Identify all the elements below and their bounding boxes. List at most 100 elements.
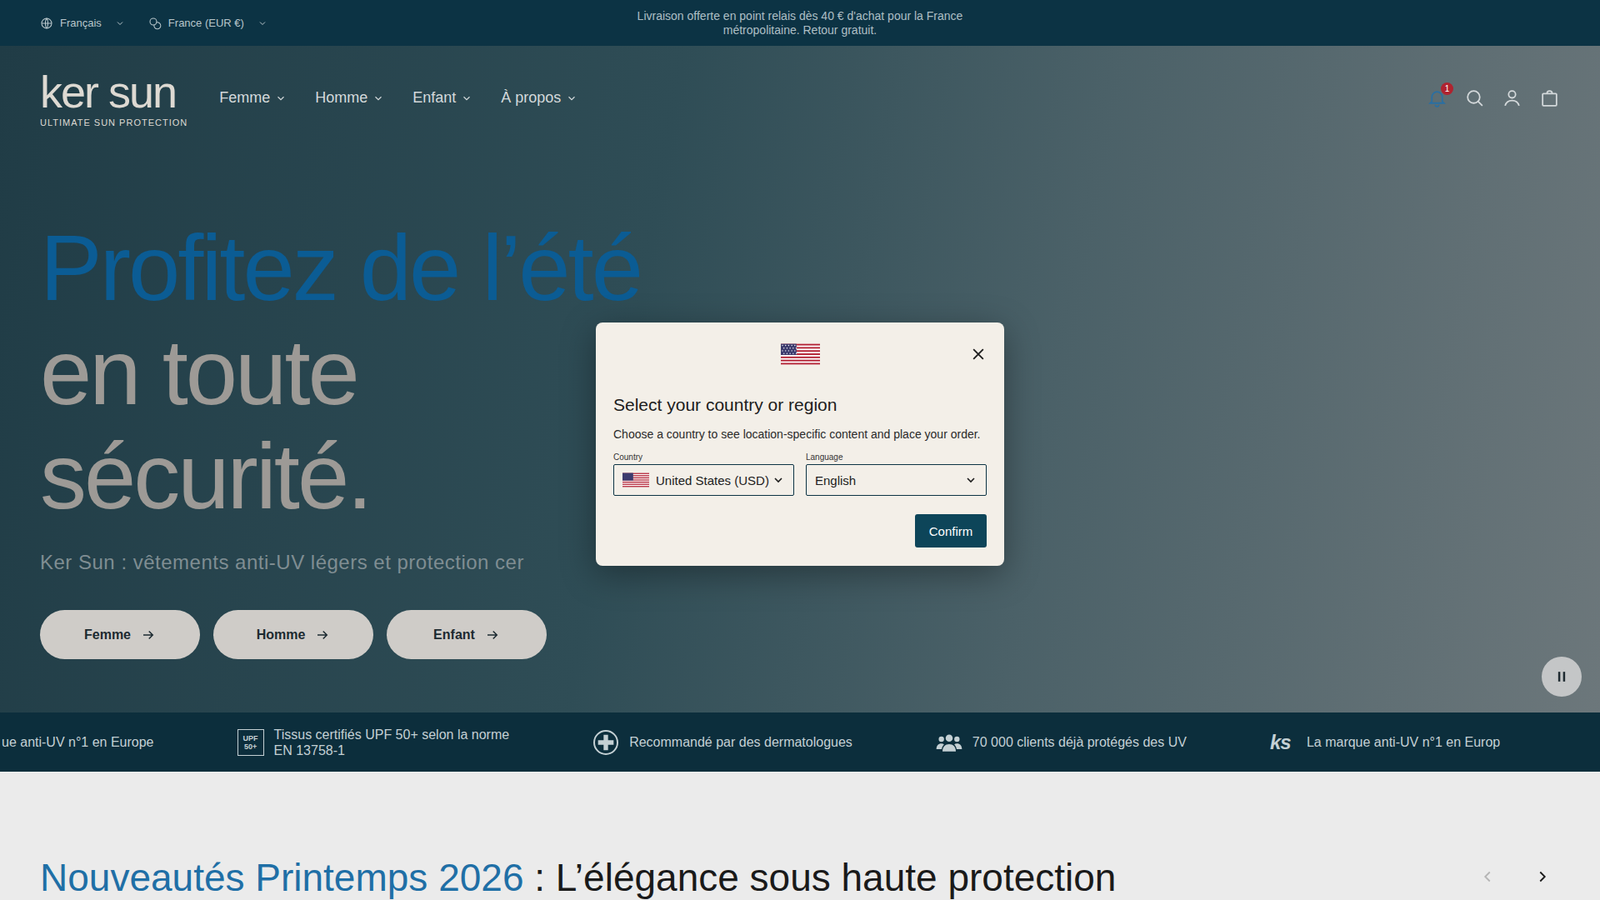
currency-value: France (EUR €) xyxy=(168,16,245,30)
category-button-label: Homme xyxy=(256,627,306,643)
logo-wordmark: ker sun xyxy=(40,69,188,115)
country-value: United States (USD) xyxy=(655,473,765,488)
trust-text: Recommandé par des dermatologues xyxy=(629,734,853,750)
main-nav: Femme Homme Enfant À propos xyxy=(219,89,578,107)
pause-icon xyxy=(1553,668,1570,685)
modal-description: Choose a country to see location-specifi… xyxy=(613,427,987,441)
country-label: Country xyxy=(613,452,795,463)
search-icon[interactable] xyxy=(1464,87,1485,109)
carousel-arrows xyxy=(1478,854,1560,886)
chevron-down-icon xyxy=(771,473,785,487)
trust-text-line: 70 000 clients déjà protégés des UV xyxy=(972,734,1187,750)
logo[interactable]: ker sun ULTIMATE SUN PROTECTION xyxy=(40,69,188,128)
section-title-accent: Nouveautés Printemps 2026 xyxy=(40,855,524,900)
chevron-down-icon xyxy=(964,473,978,487)
language-field: LanguageEnglish xyxy=(805,452,987,496)
announcement-line: métropolitaine. Retour gratuit. xyxy=(390,23,1210,38)
notification-badge: 1 xyxy=(1440,82,1454,95)
currency-selector[interactable]: France (EUR €) xyxy=(148,16,268,30)
chevron-down-icon xyxy=(565,92,578,105)
upf-icon: UPF50+ xyxy=(237,729,265,756)
language-value: Français xyxy=(60,16,102,30)
modal-title: Select your country or region xyxy=(613,394,987,416)
arrow-right-icon xyxy=(485,627,500,643)
bag-icon[interactable] xyxy=(1539,87,1560,109)
nav-item[interactable]: Femme xyxy=(219,89,287,107)
us-flag-icon xyxy=(780,339,820,370)
hero-buttons: Femme Homme Enfant xyxy=(40,610,1560,660)
category-button[interactable]: Enfant xyxy=(386,610,547,660)
coins-icon xyxy=(148,16,162,30)
trust-text-line: ue anti-UV n°1 en Europe xyxy=(1,734,155,750)
chevron-down-icon xyxy=(275,92,287,105)
category-button[interactable]: Homme xyxy=(213,610,374,660)
upf-icon-text: UPF xyxy=(243,734,259,743)
us-flag-icon xyxy=(622,470,650,490)
chevron-left-icon[interactable] xyxy=(1478,867,1497,886)
user-icon[interactable] xyxy=(1501,87,1523,109)
top-bar: Français France (EUR €) Livraison offerte … xyxy=(0,0,1600,46)
chevron-down-icon xyxy=(115,18,125,29)
ks-logo-text: ks xyxy=(1270,730,1291,754)
language-label: Language xyxy=(805,452,987,463)
hero-title-accent: Profitez de l’été xyxy=(40,215,1560,320)
trust-item: UPF50+ Tissus certifiés UPF 50+ selon la … xyxy=(237,726,510,759)
arrow-right-icon xyxy=(315,627,330,643)
language-selector[interactable]: Français xyxy=(40,16,125,30)
trust-text-line: Recommandé par des dermatologues xyxy=(629,734,853,750)
trust-text: La marque anti-UV n°1 en Europ xyxy=(1306,734,1500,750)
modal-actions: Confirm xyxy=(613,514,987,548)
trust-item: ue anti-UV n°1 en Europe xyxy=(1,734,155,750)
notifications-button[interactable]: 1 xyxy=(1426,87,1448,109)
chevron-down-icon xyxy=(460,92,473,105)
category-button-label: Femme xyxy=(84,627,131,643)
trust-item: 70 000 clients déjà protégés des UV xyxy=(935,729,1187,756)
close-icon[interactable] xyxy=(970,345,987,363)
section-title: Nouveautés Printemps 2026 : L’élégance s… xyxy=(40,854,1116,900)
chevron-right-icon[interactable] xyxy=(1533,867,1552,886)
pause-button[interactable] xyxy=(1541,656,1582,697)
modal-fields: Country United States (USD) LanguageEnglis… xyxy=(613,452,987,496)
confirm-button[interactable]: Confirm xyxy=(915,514,987,548)
language-select[interactable]: English xyxy=(805,464,987,496)
trust-strip: ue anti-UV n°1 en Europe UPF50+ Tissus cer… xyxy=(0,712,1600,772)
trust-text: 70 000 clients déjà protégés des UV xyxy=(972,734,1187,750)
announcement-line: Livraison offerte en point relais dès 40… xyxy=(390,9,1210,24)
arrow-right-icon xyxy=(140,627,156,643)
locale-selectors: Français France (EUR €) xyxy=(40,16,390,30)
nav-label: À propos xyxy=(500,89,561,107)
nav-item[interactable]: Homme xyxy=(315,89,385,107)
trust-text: Tissus certifiés UPF 50+ selon la normeE… xyxy=(274,726,510,759)
trust-item: ks La marque anti-UV n°1 en Europ xyxy=(1270,730,1500,755)
globe-icon xyxy=(40,16,54,30)
nav-label: Enfant xyxy=(412,89,456,107)
section-title-rest: : L’élégance sous haute protection xyxy=(523,855,1116,900)
medical-cross-icon xyxy=(592,729,620,756)
trust-text-line: La marque anti-UV n°1 en Europ xyxy=(1306,734,1500,750)
nav-item[interactable]: À propos xyxy=(500,89,578,107)
nav-label: Femme xyxy=(219,89,270,107)
trust-text-line: Tissus certifiés UPF 50+ selon la norme xyxy=(274,726,510,743)
nav-item[interactable]: Enfant xyxy=(412,89,473,107)
category-button-label: Enfant xyxy=(433,627,475,643)
header: ker sun ULTIMATE SUN PROTECTION Femme Homme… xyxy=(0,45,1600,150)
announcement: Livraison offerte en point relais dès 40… xyxy=(390,9,1210,38)
people-icon xyxy=(935,729,963,756)
trust-text-line: EN 13758-1 xyxy=(274,742,510,759)
header-actions: 1 xyxy=(1426,87,1560,109)
country-select[interactable]: United States (USD) xyxy=(613,464,795,496)
new-arrivals-section: Nouveautés Printemps 2026 : L’élégance s… xyxy=(0,771,1600,900)
modal-top xyxy=(613,339,987,371)
chevron-down-icon xyxy=(372,92,385,105)
upf-icon-text: 50+ xyxy=(244,742,257,751)
ks-logo-icon: ks xyxy=(1270,730,1297,755)
country-field: Country United States (USD) xyxy=(613,452,795,496)
trust-item: Recommandé par des dermatologues xyxy=(592,729,853,756)
logo-tagline: ULTIMATE SUN PROTECTION xyxy=(40,117,188,128)
country-modal: Select your country or region Choose a co… xyxy=(595,322,1005,566)
trust-text: ue anti-UV n°1 en Europe xyxy=(1,734,155,750)
chevron-down-icon xyxy=(257,18,268,29)
category-button[interactable]: Femme xyxy=(40,610,200,660)
page: Français France (EUR €) Livraison offerte … xyxy=(0,0,1600,900)
nav-label: Homme xyxy=(315,89,368,107)
